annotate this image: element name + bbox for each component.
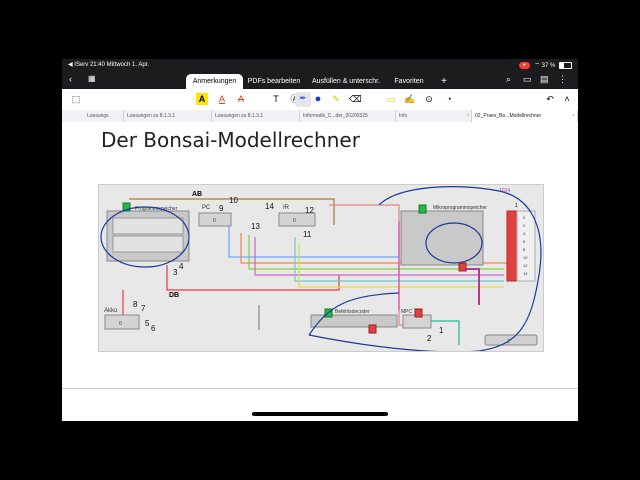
signature-tool-icon[interactable]: ✍ <box>404 93 416 105</box>
doc-tab[interactable]: Info × <box>396 110 472 122</box>
annotation-number: 5 <box>145 319 150 328</box>
ir-label: IR <box>283 205 290 211</box>
ir-value: 0 <box>293 218 296 224</box>
doc-tab-active[interactable]: 02_Praes_Bo...Modellrechner × <box>472 110 578 122</box>
annotation-number: 2 <box>427 334 432 343</box>
wifi-icon: ⌔ <box>534 63 540 69</box>
switch-icon <box>418 204 427 214</box>
annotation-number: 6 <box>151 324 156 333</box>
status-date: Mittwoch 1. Apr. <box>106 62 150 68</box>
search-icon[interactable]: ⌕ <box>506 74 511 85</box>
add-tab-button[interactable]: + <box>438 74 450 89</box>
home-indicator[interactable] <box>252 412 388 416</box>
row-label: 10 <box>523 255 528 260</box>
grid-view-icon[interactable]: ▦ <box>88 74 96 83</box>
mikroprogrammspeicher-box <box>400 210 484 266</box>
more-menu-icon[interactable]: ⋮ <box>558 74 567 85</box>
annotation-number: 8 <box>133 300 138 309</box>
mpc-label: MPC <box>401 309 413 315</box>
annotation-number: 14 <box>265 202 274 211</box>
pen-color-blue-icon[interactable]: ● <box>312 93 324 105</box>
bonsai-circuit-diagram: Programmspeicher AB DB PC 0 IR 0 Akku 0 … <box>98 184 544 353</box>
bottom-readout <box>484 334 538 346</box>
underline-tool-icon[interactable]: A <box>216 93 228 105</box>
marker-tool-icon[interactable]: ✎ <box>330 93 342 105</box>
stamp-tool-icon[interactable]: ⊙ <box>423 93 435 105</box>
pdf-page: Der Bonsai-Modellrechner Programmspeiche… <box>62 122 578 389</box>
close-tab-icon[interactable]: × <box>572 110 575 122</box>
ab-label: AB <box>192 191 202 198</box>
select-tool-icon[interactable]: ⬚ <box>70 93 82 105</box>
bookmarks-icon[interactable]: ▤ <box>540 74 549 85</box>
mpc-wire-green <box>429 320 460 345</box>
db-label: DB <box>169 292 179 299</box>
gate-icon <box>414 308 423 318</box>
battery-percentage: 37 % <box>541 63 556 69</box>
pc-value: 0 <box>213 218 216 224</box>
doc-tab[interactable]: Loesungen zu 8.1.3.1 <box>212 110 300 122</box>
strikethrough-tool-icon[interactable]: A <box>235 93 247 105</box>
tab-anmerkungen[interactable]: Anmerkungen <box>186 74 243 89</box>
status-bar: ◀ IServ 21:40 Mittwoch 1. Apr. ● ⌔ 37 % <box>62 59 578 71</box>
highlight-tool-icon[interactable]: A <box>196 93 208 105</box>
annotation-number: 13 <box>251 222 260 231</box>
annotation-toolbar: ⬚ A A A T Ⓐ ✒ ● ✎ ⌫ ▭ ✍ ⊙ ◔ ↶ ˄ <box>62 89 578 111</box>
status-left: ◀ IServ 21:40 Mittwoch 1. Apr. <box>68 61 149 68</box>
annotation-number: 12 <box>305 206 314 215</box>
row-label: 12 <box>523 263 528 268</box>
tab-pdfs-bearbeiten[interactable]: PDFs bearbeiten <box>246 74 302 89</box>
doc-tab[interactable]: Loesungs <box>84 110 124 122</box>
akku-value: 0 <box>119 321 122 327</box>
undo-icon[interactable]: ↶ <box>544 93 556 105</box>
close-tab-icon[interactable]: × <box>466 110 469 122</box>
text-box-tool-icon[interactable]: T <box>270 93 282 105</box>
tab-ausfuellen-unterschreiben[interactable]: Ausfüllen & unterschr. <box>308 74 384 89</box>
back-chevron-icon[interactable]: ‹ <box>69 74 72 84</box>
programmspeicher-row <box>112 217 184 235</box>
value-1: 1 <box>515 203 518 209</box>
programmspeicher-row <box>112 235 184 253</box>
pen-tool-icon[interactable]: ✒ <box>295 92 311 107</box>
annotation-number: 9 <box>219 204 224 213</box>
annotation-number: 7 <box>141 304 146 313</box>
circuit-svg: Programmspeicher AB DB PC 0 IR 0 Akku 0 … <box>100 186 542 353</box>
pc-label: PC <box>202 205 211 211</box>
battery-icon <box>559 61 572 69</box>
annotation-number: 1 <box>439 326 444 335</box>
ipad-screen: ◀ IServ 21:40 Mittwoch 1. Apr. ● ⌔ 37 % … <box>62 59 578 421</box>
status-time: 21:40 <box>89 62 105 68</box>
befehlsdecoder-label: Befehlsdecoder <box>335 309 370 315</box>
next-page-area <box>62 389 578 421</box>
annotation-number: 4 <box>179 262 184 271</box>
control-signal-column <box>506 210 518 282</box>
row-label: 14 <box>523 271 528 276</box>
doc-tab[interactable]: Informatik_C...der_20200325 <box>300 110 396 122</box>
back-to-app-link[interactable]: ◀ IServ <box>68 62 88 68</box>
doc-tab[interactable]: Loesungen zu 8.1.3.1 <box>124 110 212 122</box>
gate-icon <box>458 262 467 272</box>
status-right: ● ⌔ 37 % <box>518 61 572 69</box>
screen-recording-icon[interactable]: ● <box>518 61 530 69</box>
close-toolbar-icon[interactable]: ˄ <box>561 93 573 105</box>
akku-label: Akku <box>104 308 117 314</box>
annotation-number: 10 <box>229 196 238 205</box>
mikroprogrammspeicher-label: Mikroprogrammspeicher <box>433 205 487 211</box>
nav-bar: ‹ ▦ Anmerkungen PDFs bearbeiten Ausfülle… <box>62 71 578 89</box>
gate-icon <box>368 324 377 334</box>
tab-favoriten[interactable]: Favoriten <box>390 74 428 89</box>
slide-title: Der Bonsai-Modellrechner <box>101 128 360 152</box>
note-tool-icon[interactable]: ▭ <box>385 93 397 105</box>
reader-view-icon[interactable]: ▭ <box>523 74 532 85</box>
akku-register <box>104 314 140 330</box>
annotation-number: 3 <box>173 268 178 277</box>
annotation-number: 11 <box>303 230 312 239</box>
eraser-tool-icon[interactable]: ⌫ <box>349 93 362 105</box>
shape-tool-icon[interactable]: ◔ <box>443 93 455 105</box>
